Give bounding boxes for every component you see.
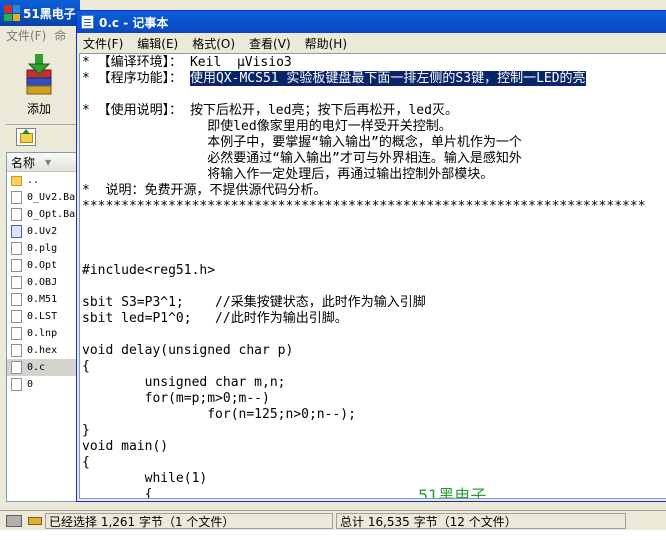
file-row[interactable]: 0.M51 [7, 291, 79, 308]
file-name: 0.LST [27, 311, 58, 322]
line-27: while(1) [82, 471, 208, 486]
line-5: 即使led像家里用的电灯一样受开关控制。 [82, 119, 452, 134]
file-icon [11, 276, 22, 289]
line-24: } [82, 423, 90, 438]
line-17: sbit led=P1^0; //此时作为输出引脚。 [82, 311, 348, 326]
file-row[interactable]: 0_Uv2.Bak [7, 189, 79, 206]
text-editor-area[interactable]: * 【编译环境】： Keil μVisio3 * 【程序功能】： 使用QX-MC… [79, 53, 666, 499]
uv2-file-icon [11, 225, 22, 238]
file-icon [11, 361, 22, 374]
status-selected: 已经选择 1,261 字节（1 个文件） [45, 513, 333, 529]
folder-up-icon[interactable] [16, 128, 36, 146]
folder-icon [11, 175, 22, 186]
archive-menu-bar: 文件(F) 命 [0, 26, 80, 45]
file-name: 0.M51 [27, 294, 58, 305]
file-name: 0.lnp [27, 328, 58, 339]
add-button[interactable]: 添加 [10, 50, 68, 120]
file-row[interactable]: 0.lnp [7, 325, 79, 342]
menu-view[interactable]: 查看(V) [249, 35, 291, 52]
file-list[interactable]: 名称 ▼ .. 0_Uv2.Bak 0_Opt.Bak 0.Uv2 0.plg … [6, 152, 80, 502]
file-name: 0.c [27, 362, 46, 373]
file-row[interactable]: 0.LST [7, 308, 79, 325]
notepad-title-bar[interactable]: 0.c - 记事本 [77, 11, 666, 33]
file-row[interactable]: 0.Uv2 [7, 223, 79, 240]
sort-arrow-icon: ▼ [45, 157, 52, 167]
file-row[interactable]: 0.OBJ [7, 274, 79, 291]
archive-menu-file[interactable]: 文件(F) [6, 27, 46, 44]
column-header-label: 名称 [11, 155, 36, 170]
line-25: void main() [82, 439, 169, 454]
menu-format[interactable]: 格式(O) [192, 35, 235, 52]
file-name: 0.OBJ [27, 277, 58, 288]
app-icon [4, 5, 20, 21]
line-1: * 【编译环境】： Keil μVisio3 [82, 55, 292, 70]
line-9: * 说明：免费开源，不提供源代码分析。 [82, 183, 327, 198]
line-21: unsigned char m,n; [82, 375, 286, 390]
status-total: 总计 16,535 字节（12 个文件） [336, 513, 626, 529]
archive-title-bar[interactable]: 51黑电子 [0, 0, 80, 26]
notepad-window: 0.c - 记事本 文件(F) 编辑(E) 格式(O) 查看(V) 帮助(H) … [76, 10, 666, 502]
menu-edit[interactable]: 编辑(E) [137, 35, 178, 52]
notepad-menu-bar: 文件(F) 编辑(E) 格式(O) 查看(V) 帮助(H) [77, 33, 666, 53]
line-28: { [82, 487, 153, 499]
file-name: 0.hex [27, 345, 58, 356]
file-row[interactable]: 0.hex [7, 342, 79, 359]
line-16: sbit S3=P3^1; //采集按键状态，此时作为输入引脚 [82, 295, 426, 310]
file-row[interactable]: 0_Opt.Bak [7, 206, 79, 223]
line-23: for(n=125;n>0;n--); [82, 407, 356, 422]
add-books-icon [26, 54, 52, 95]
file-icon [11, 310, 22, 323]
file-icon [11, 344, 22, 357]
status-drive-icon [6, 515, 22, 527]
file-row[interactable]: .. [7, 172, 79, 189]
file-icon [11, 191, 22, 204]
selected-text: 使用QX-MCS51 实验板键盘最下面一排左侧的S3键，控制一LED的亮 [189, 71, 586, 86]
file-row-selected[interactable]: 0.c [7, 359, 79, 376]
line-20: { [82, 359, 90, 374]
file-icon [11, 378, 22, 391]
line-19: void delay(unsigned char p) [82, 343, 294, 358]
line-14: #include<reg51.h> [82, 263, 216, 278]
file-row[interactable]: 0.Opt [7, 257, 79, 274]
file-name: .. [27, 175, 40, 186]
file-icon [11, 327, 22, 340]
file-name: 0.Uv2 [27, 226, 58, 237]
file-row[interactable]: 0 [7, 376, 79, 393]
status-key-icon [28, 517, 42, 525]
file-row[interactable]: 0.plg [7, 240, 79, 257]
file-icon [11, 259, 22, 272]
file-icon [11, 293, 22, 306]
line-26: { [82, 455, 90, 470]
notepad-icon [81, 15, 94, 29]
file-name: 0.plg [27, 243, 58, 254]
file-icon [11, 208, 22, 221]
menu-file[interactable]: 文件(F) [83, 35, 123, 52]
line-7: 必然要通过“输入输出”才可与外界相连。输入是感知外 [82, 151, 522, 166]
column-header-name[interactable]: 名称 ▼ [7, 153, 79, 172]
status-bar: 已经选择 1,261 字节（1 个文件） 总计 16,535 字节（12 个文件… [0, 510, 666, 531]
line-2: * 【程序功能】： [82, 71, 190, 86]
watermark: 51黑电子 [418, 486, 487, 499]
line-10: ****************************************… [82, 199, 646, 214]
file-name: 0_Uv2.Bak [27, 192, 80, 203]
line-22: for(m=p;m>0;m--) [82, 391, 270, 406]
archive-title: 51黑电子 [23, 6, 76, 21]
line-8: 将输入作一定处理后，再通过输出控制外部模块。 [82, 167, 494, 182]
notepad-title: 0.c - 记事本 [99, 15, 169, 30]
add-button-label: 添加 [26, 102, 51, 116]
file-name: 0 [27, 379, 34, 390]
folder-up-row [6, 124, 78, 149]
menu-help[interactable]: 帮助(H) [305, 35, 347, 52]
archive-menu-command[interactable]: 命 [54, 27, 66, 44]
editor-text: * 【编译环境】： Keil μVisio3 * 【程序功能】： 使用QX-MC… [82, 55, 646, 499]
line-6: 本例子中，要掌握“输入输出”的概念，单片机作为一个 [82, 135, 522, 150]
file-icon [11, 242, 22, 255]
bottom-strip [0, 530, 666, 540]
file-name: 0.Opt [27, 260, 58, 271]
line-4: * 【使用说明】： 按下后松开，led亮；按下后再松开，led灭。 [82, 103, 458, 118]
file-name: 0_Opt.Bak [27, 209, 80, 220]
